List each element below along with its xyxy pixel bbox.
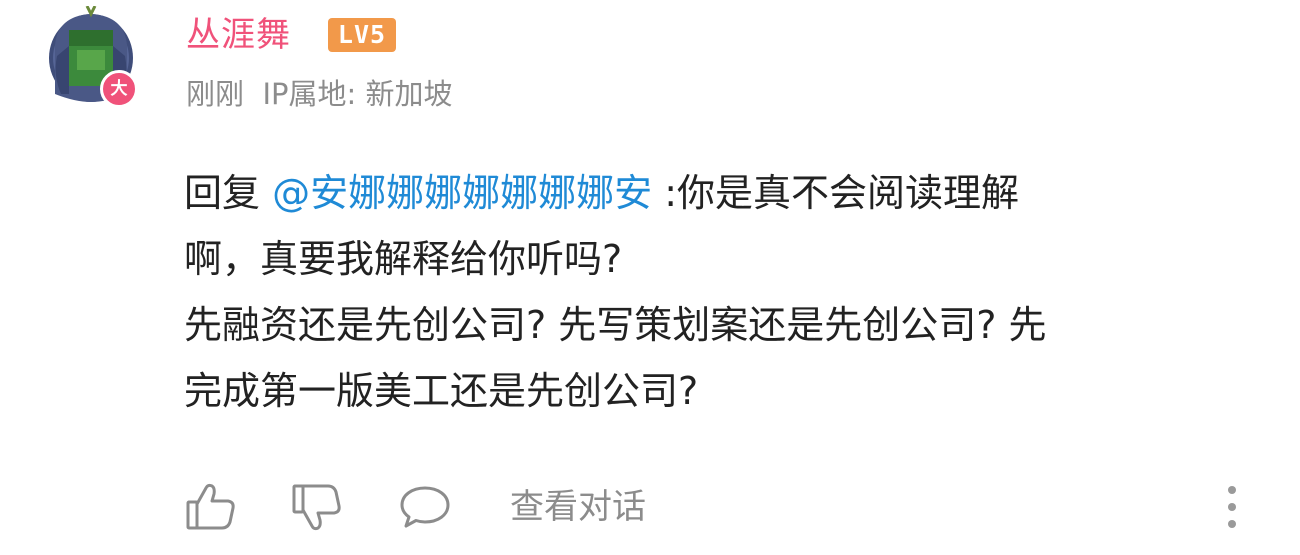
avatar-vip-badge: 大 [100,70,138,108]
username[interactable]: 丛涯舞 [186,10,291,60]
mention-link[interactable]: @安娜娜娜娜娜娜娜安 [272,171,652,215]
ip-location: IP属地: 新加坡 [262,77,453,111]
more-vertical-icon[interactable] [1224,484,1240,530]
level-badge: LV5 [328,18,396,52]
comment-bubble-icon[interactable] [398,480,452,534]
thumbs-up-icon[interactable] [184,480,238,534]
comment-line-3: 先融资还是先创公司? 先写策划案还是先创公司? 先 [184,303,1047,347]
comment-line-2: 啊，真要我解释给你听吗? [184,237,623,281]
comment-meta: 刚刚 IP属地: 新加坡 [186,72,452,116]
post-time: 刚刚 [186,77,245,111]
comment-line-4: 完成第一版美工还是先创公司? [184,369,699,413]
comment-card: 大 丛涯舞 LV5 刚刚 IP属地: 新加坡 回复 @安娜娜娜娜娜娜娜安 :你是… [0,0,1300,555]
comment-text: 回复 @安娜娜娜娜娜娜娜安 :你是真不会阅读理解 啊，真要我解释给你听吗? 先融… [184,160,1274,424]
view-conversation-link[interactable]: 查看对话 [510,482,646,532]
action-bar: 查看对话 [184,478,1284,538]
comment-line-1-text: :你是真不会阅读理解 [664,171,1020,215]
reply-prefix: 回复 [184,171,261,215]
comment-line-1: 回复 @安娜娜娜娜娜娜娜安 :你是真不会阅读理解 [184,160,1274,226]
thumbs-down-icon[interactable] [290,480,344,534]
